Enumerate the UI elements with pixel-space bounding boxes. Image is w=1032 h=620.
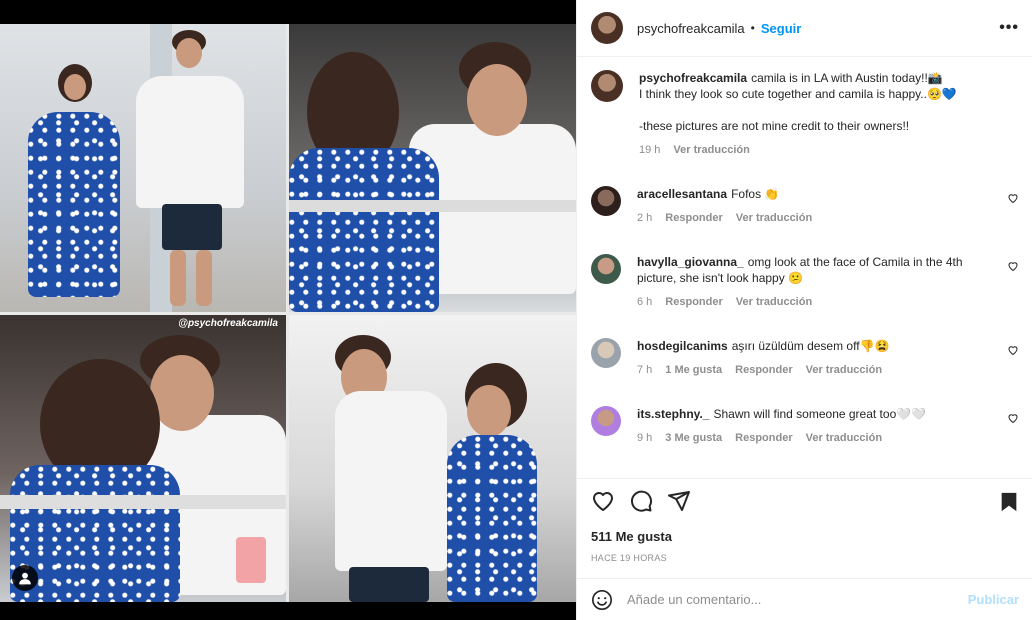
comment-text: Fofos 👏: [731, 187, 780, 201]
comment-likes[interactable]: 3 Me gusta: [665, 430, 722, 446]
share-icon[interactable]: [667, 489, 691, 513]
comments-list[interactable]: psychofreakcamila camila is in LA with Au…: [577, 58, 1032, 478]
comment-item: hosdegilcanims aşırı üzüldüm desem off👎😫 …: [591, 338, 1019, 378]
more-icon[interactable]: •••: [999, 19, 1019, 37]
translate-link[interactable]: Ver traducción: [736, 210, 812, 226]
comment-time[interactable]: 7 h: [637, 362, 652, 378]
reply-button[interactable]: Responder: [735, 430, 792, 446]
post-actions: 511 Me gusta HACE 19 HORAS: [577, 478, 1032, 578]
comment-username[interactable]: hosdegilcanims: [637, 339, 728, 353]
comment-input[interactable]: [627, 592, 957, 607]
caption-line-2: I think they look so cute together and c…: [639, 87, 957, 101]
comment-time[interactable]: 2 h: [637, 210, 652, 226]
reply-button[interactable]: Responder: [735, 362, 792, 378]
commenter-avatar[interactable]: [591, 406, 621, 436]
comment-time[interactable]: 9 h: [637, 430, 652, 446]
separator-dot: •: [750, 21, 755, 35]
post-media[interactable]: @psychofreakcamila: [0, 0, 576, 620]
reply-button[interactable]: Responder: [665, 294, 722, 310]
translate-link[interactable]: Ver traducción: [806, 430, 882, 446]
comment-item: havylla_giovanna_ omg look at the face of…: [591, 254, 1019, 310]
like-comment-heart-icon[interactable]: [1007, 412, 1019, 424]
caption-line-1: camila is in LA with Austin today!!📸: [751, 71, 943, 85]
comment-item: its.stephny._ Shawn will find someone gre…: [591, 406, 1019, 446]
comment-username[interactable]: its.stephny._: [637, 407, 709, 421]
comment-time[interactable]: 6 h: [637, 294, 652, 310]
likes-count[interactable]: 511 Me gusta: [591, 529, 672, 544]
commenter-avatar[interactable]: [591, 254, 621, 284]
photo-3: @psychofreakcamila: [0, 315, 286, 602]
translate-link[interactable]: Ver traducción: [736, 294, 812, 310]
heart-icon[interactable]: [591, 489, 615, 513]
commenter-avatar[interactable]: [591, 186, 621, 216]
comment-text: Shawn will find someone great too🤍🤍: [713, 407, 927, 421]
post-header: psychofreakcamila • Seguir •••: [577, 0, 1032, 57]
caption-translate-link[interactable]: Ver traducción: [673, 142, 749, 158]
photo-collage: @psychofreakcamila: [0, 24, 576, 602]
comment-composer: Publicar: [577, 578, 1032, 620]
comment-likes[interactable]: 1 Me gusta: [665, 362, 722, 378]
photo-1: [0, 24, 286, 312]
post-side-panel: psychofreakcamila • Seguir ••• psychofre…: [576, 0, 1032, 620]
caption-username[interactable]: psychofreakcamila: [639, 71, 747, 85]
publish-button[interactable]: Publicar: [968, 592, 1019, 607]
instagram-post-view: @psychofreakcamila psychofreakcamila • S…: [0, 0, 1032, 620]
translate-link[interactable]: Ver traducción: [806, 362, 882, 378]
caption-time[interactable]: 19 h: [639, 142, 660, 158]
comment-icon[interactable]: [629, 489, 653, 513]
caption-line-3: -these pictures are not mine credit to t…: [639, 119, 910, 133]
comment-username[interactable]: aracellesantana: [637, 187, 727, 201]
follow-button[interactable]: Seguir: [761, 21, 801, 36]
like-comment-heart-icon[interactable]: [1007, 192, 1019, 204]
commenter-avatar[interactable]: [591, 338, 621, 368]
reply-button[interactable]: Responder: [665, 210, 722, 226]
author-username[interactable]: psychofreakcamila: [637, 21, 745, 36]
like-comment-heart-icon[interactable]: [1007, 260, 1019, 272]
emoji-icon[interactable]: [591, 589, 613, 611]
caption: psychofreakcamila camila is in LA with Au…: [591, 70, 1019, 158]
photo-4: [289, 315, 576, 602]
watermark-text: @psychofreakcamila: [178, 318, 278, 329]
post-time-ago[interactable]: HACE 19 HORAS: [591, 553, 667, 563]
author-avatar[interactable]: [591, 12, 623, 44]
photo-2: [289, 24, 576, 312]
comment-text: aşırı üzüldüm desem off👎😫: [731, 339, 890, 353]
bookmark-icon[interactable]: [999, 491, 1019, 513]
like-comment-heart-icon[interactable]: [1007, 344, 1019, 356]
comment-item: aracellesantana Fofos 👏 2 h Responder Ver…: [591, 186, 1019, 226]
user-tag-icon[interactable]: [12, 565, 38, 591]
comment-username[interactable]: havylla_giovanna_: [637, 255, 744, 269]
caption-avatar[interactable]: [591, 70, 623, 102]
